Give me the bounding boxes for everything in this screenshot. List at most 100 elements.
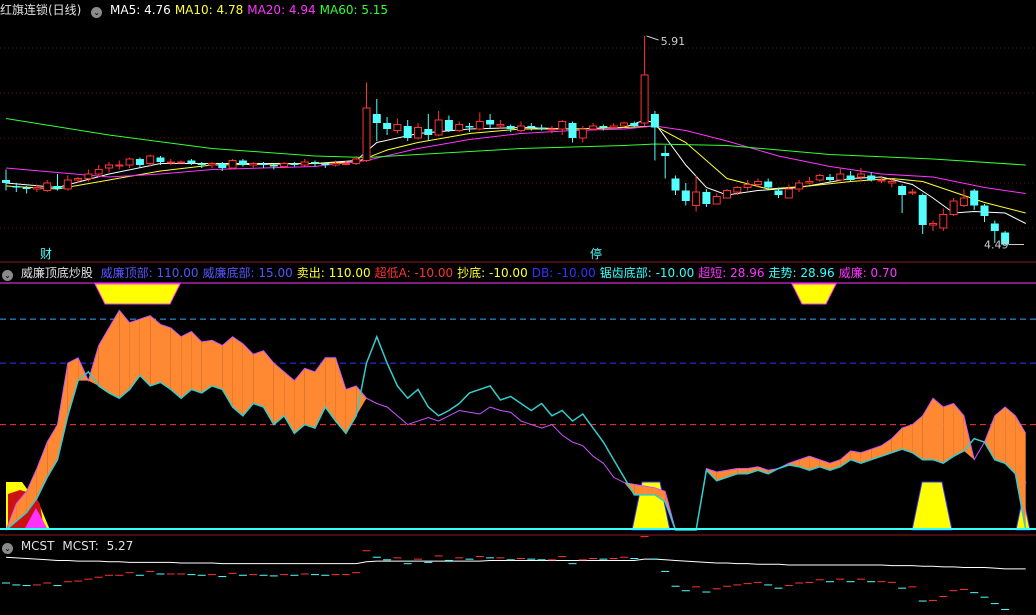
candle-body-down [269,165,278,167]
candle-body-up [475,121,484,130]
trend-fill [273,363,285,425]
ma-legend-item-2: MA20: 4.94 [247,3,316,17]
candle-body-up [620,122,628,127]
candle-body-up [496,124,505,127]
mcst-line [5,556,1026,570]
chevron-down-icon[interactable]: ⌄ [2,270,13,281]
trend-fill [57,363,68,460]
candle-body-up [105,164,113,169]
candle-body-up [414,127,422,139]
panel2-header: ⌄ 威廉顶底炒股 威廉顶部: 110.00 威廉底部: 15.00 卖出: 110.… [0,265,905,281]
candle-body-down [774,190,783,195]
candle-body-up [341,163,350,165]
indicator-title: 威廉顶底炒股 [20,266,93,280]
candle-body-up [640,74,649,124]
candle-body-up [146,155,155,164]
trend-fill [160,324,171,390]
candle-body-up [753,181,762,185]
candle-body-down [702,192,711,204]
trend-fill [232,336,243,416]
candle-body-down [321,163,330,165]
candle-body-up [455,124,464,131]
trend-fill [933,398,944,464]
trend-fill [109,310,120,399]
candle-body-up [815,175,824,181]
marker-ting: 停 [590,246,602,261]
candle-body-up [939,214,948,229]
candle-body-down [238,160,247,165]
stock-title: 红旗连锁(日线) [0,3,82,17]
candle-body-down [918,195,927,225]
candle-body-up [929,223,937,226]
candle-body-down [403,126,412,138]
candle-body-up [547,128,556,131]
trend-fill [119,310,130,399]
candle-body-down [444,120,453,131]
candle-body-down [372,114,381,123]
candle-body-down [311,162,319,164]
panel1-header: 红旗连锁(日线) ⌄ MA5: 4.76 MA10: 4.78 MA20: 4.94… [0,2,396,18]
trend-fill [139,315,151,386]
trend-fill [129,319,140,390]
candle-body-down [486,120,495,125]
candle-body-down [764,181,773,188]
indicator-legend-item-8: 走势: 28.96 [768,266,835,280]
candle-body-up [208,163,216,166]
trend-fill [345,385,357,434]
trend-fill [170,327,182,399]
candle-body-down [671,178,680,191]
mcst-title: MCST [20,539,55,553]
indicator-legend-item-5: DB: -10.00 [531,266,596,280]
candle-body-down [990,223,999,231]
candle-body-down [681,190,690,201]
candle-body-up [558,121,567,130]
candle-body-down [156,157,165,162]
low-price-label: 4.49 [984,239,1009,252]
mcst-label: MCST: [62,539,99,553]
candle-body-up [125,158,134,166]
candle-body-down [465,126,474,128]
candle-body-down [650,114,659,128]
candle-body-down [506,126,515,129]
trend-fill [994,407,1006,464]
candle-body-up [434,119,443,136]
candle-body-up [177,161,186,164]
trend-fill [943,403,954,464]
candle-body-up [517,125,525,131]
candle-body-down [527,126,536,128]
candle-body-up [836,173,845,181]
candle-body-down [599,126,608,128]
candle-body-up [692,191,701,206]
trend-fill [201,340,212,393]
candle-body-down [568,123,577,138]
trend-fill [222,336,233,407]
candle-body-down [187,160,196,164]
candle-body-up [589,125,598,130]
candle-body-up [280,163,289,167]
candle-body-up [795,182,804,190]
candle-body-down [197,163,206,165]
high-pointer [646,35,659,41]
candle-body-up [784,188,793,199]
candle-body-up [805,181,814,184]
trend-fill [737,468,748,474]
candle-body-up [949,200,958,215]
chevron-down-icon[interactable]: ⌄ [91,7,103,18]
kline-chart[interactable]: 5.91 4.49 财 停 [0,0,1036,615]
ma-legend-item-0: MA5: 4.76 [110,3,171,17]
trend-fill [953,403,964,457]
candle-body-up [74,178,83,181]
candle-body-up [578,128,587,139]
trend-fill [181,331,192,399]
mcst-value: 5.27 [106,539,134,553]
trend-fill [253,350,264,407]
indicator-legend-item-7: 超短: 28.96 [698,266,765,280]
indicator-legend-item-2: 卖出: 110.00 [296,266,371,280]
chevron-down-icon[interactable]: ⌄ [2,543,13,554]
ma-legend: MA5: 4.76 MA10: 4.78 MA20: 4.94 MA60: 5.15 [110,3,392,17]
candle-body-down [290,163,299,165]
candle-body-down [970,190,979,206]
candle-body-up [166,161,175,164]
candle-body-up [249,163,258,166]
candle-body-up [331,163,340,166]
